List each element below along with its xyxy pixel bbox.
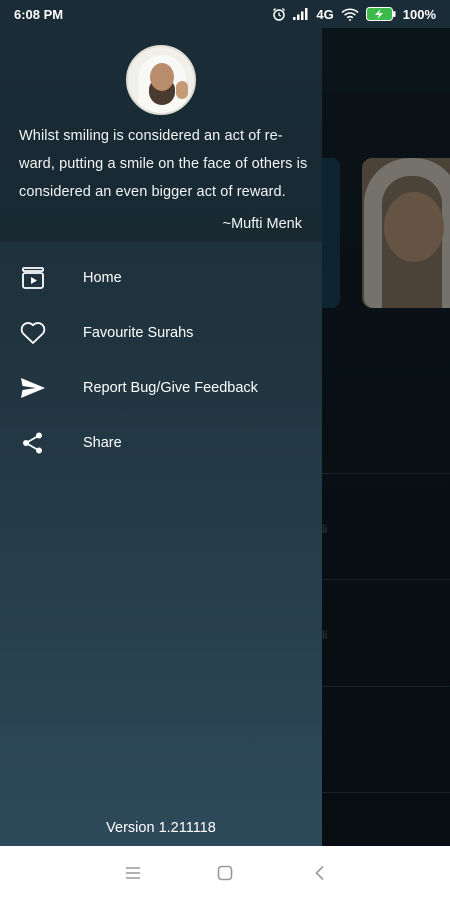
- menu-label-share: Share: [83, 434, 122, 451]
- battery-percent: 100%: [402, 6, 436, 22]
- quote-text: Whilst smiling is considered an act of r…: [19, 128, 308, 200]
- status-icons: 4G 100%: [272, 7, 436, 22]
- status-time: 6:08 PM: [14, 6, 64, 22]
- alarm-icon: [273, 8, 286, 21]
- menu-label-report-bug: Report Bug/Give Feedback: [83, 379, 258, 396]
- status-bar: 6:08 PM 4G 100%: [0, 0, 450, 28]
- menu-label-favourite-surahs: Favourite Surahs: [83, 324, 194, 341]
- share-icon: [20, 430, 46, 456]
- signal-icon: [293, 8, 308, 20]
- heart-icon: [20, 320, 46, 346]
- menu-icon[interactable]: [123, 863, 143, 883]
- network-type: 4G: [316, 6, 334, 22]
- battery-indicator: [365, 7, 396, 21]
- avatar-face: [150, 63, 174, 91]
- battery-charging-icon: [365, 7, 396, 21]
- app-version: Version 1.211118: [106, 820, 216, 836]
- menu-label-home: Home: [83, 269, 122, 286]
- drawer-menu: Home Favourite Surahs Report Bug/Give Fe…: [0, 250, 322, 470]
- wifi-icon: [341, 8, 359, 21]
- menu-item-home[interactable]: Home: [0, 250, 322, 305]
- navigation-drawer: Whilst smiling is considered an act of r…: [0, 28, 322, 846]
- play-folder-icon: [20, 265, 46, 291]
- avatar-hand: [176, 81, 188, 99]
- menu-item-report-bug[interactable]: Report Bug/Give Feedback: [0, 360, 322, 415]
- send-icon: [20, 375, 46, 401]
- home-square-icon[interactable]: [215, 863, 235, 883]
- quote-author: ~Mufti Menk: [222, 216, 302, 232]
- avatar: [126, 45, 196, 115]
- menu-item-share[interactable]: Share: [0, 415, 322, 470]
- menu-item-favourite-surahs[interactable]: Favourite Surahs: [0, 305, 322, 360]
- system-navigation-bar: [0, 846, 450, 900]
- back-chevron-icon[interactable]: [310, 863, 330, 883]
- drawer-header: Whilst smiling is considered an act of r…: [0, 28, 322, 242]
